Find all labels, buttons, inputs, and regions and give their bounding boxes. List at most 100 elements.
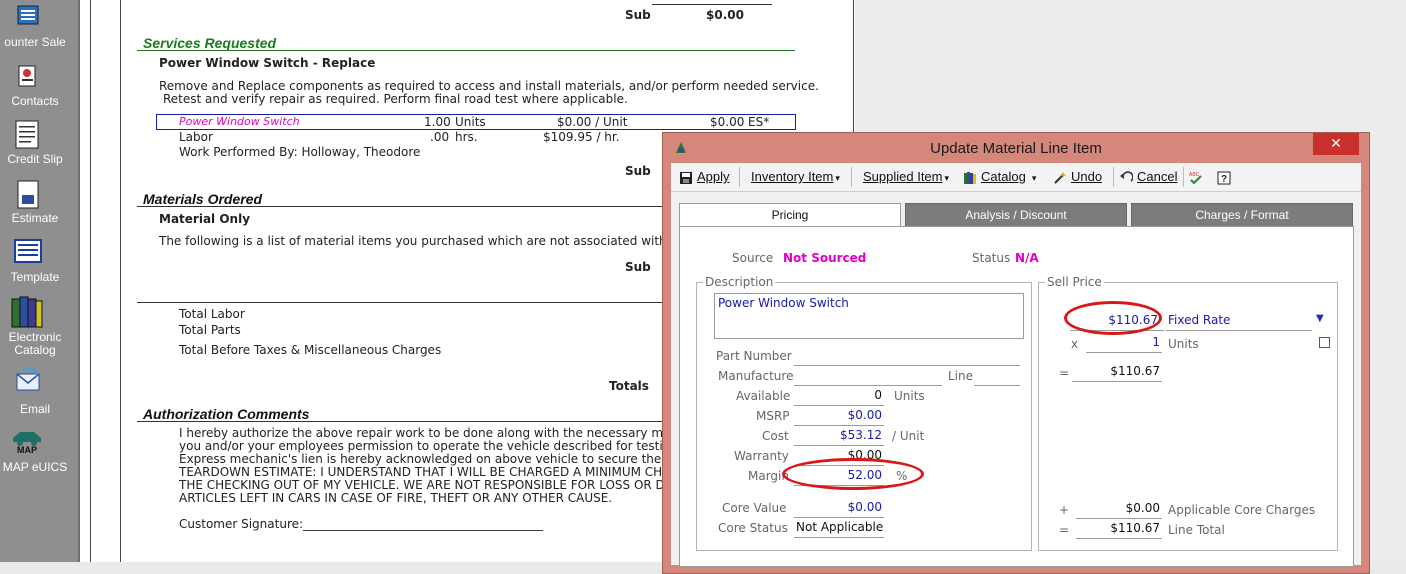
- core-value-label: Core Value: [722, 501, 787, 515]
- line-item-price: $0.00 / Unit: [557, 115, 628, 129]
- dialog-title: Update Material Line Item: [930, 140, 1102, 157]
- cancel-button[interactable]: Cancel: [1119, 168, 1177, 186]
- equals-symbol: =: [1059, 523, 1070, 537]
- svg-text:?: ?: [1221, 174, 1227, 185]
- sidebar-item-label: Email: [19, 402, 50, 416]
- quantity-unit: Units: [1168, 337, 1199, 351]
- close-button[interactable]: ✕: [1313, 133, 1359, 155]
- sidebar-item-electronic-catalog[interactable]: Electronic Catalog: [0, 295, 78, 357]
- labor-rate: $109.95 / hr.: [543, 130, 620, 144]
- dropdown-arrow-icon: ▾: [944, 173, 950, 183]
- core-value-field[interactable]: $0.00: [794, 500, 884, 518]
- description-value: Power Window Switch: [718, 296, 849, 310]
- dialog-title-bar[interactable]: Update Material Line Item ✕: [663, 133, 1369, 163]
- material-title: Material Only: [159, 212, 251, 226]
- inventory-item-menu[interactable]: Inventory Item ▾: [751, 168, 840, 186]
- catalog-label: Catalog: [981, 169, 1026, 184]
- core-status-value: Not Applicable: [796, 520, 884, 534]
- total-labor-label: Total Labor: [179, 307, 245, 321]
- totals-rule: [137, 302, 662, 303]
- materials-rule: [137, 206, 662, 207]
- services-heading: Services Requested: [143, 35, 277, 51]
- service-description: Remove and Replace components as require…: [159, 79, 819, 93]
- page-margin-line: [120, 0, 121, 562]
- sidebar-item-estimate[interactable]: Estimate: [0, 180, 78, 228]
- description-textarea[interactable]: Power Window Switch: [714, 293, 1024, 339]
- sidebar-item-credit-slip[interactable]: Credit Slip: [0, 120, 78, 168]
- authorization-text: TEARDOWN ESTIMATE: I UNDERSTAND THAT I W…: [179, 465, 679, 479]
- performed-by: Work Performed By: Holloway, Theodore: [179, 145, 421, 159]
- map-euics-icon: MAP: [13, 432, 41, 454]
- line-field[interactable]: [974, 368, 1020, 386]
- manufacture-field[interactable]: [794, 368, 942, 386]
- status-label: Status: [972, 251, 1011, 265]
- msrp-value: $0.00: [847, 408, 882, 422]
- service-title: Power Window Switch - Replace: [159, 56, 376, 70]
- sidebar-item-map-euics[interactable]: MAP MAP eUICS: [0, 426, 78, 476]
- description-group-label: Description: [703, 275, 776, 289]
- save-icon: [680, 171, 692, 184]
- times-symbol: x: [1071, 337, 1079, 351]
- undo-label: Undo: [1071, 169, 1103, 184]
- dialog-body: Apply Inventory Item ▾ Supplied Item ▾ Cat…: [671, 163, 1361, 567]
- sidebar-item-template[interactable]: Template: [0, 238, 78, 286]
- spell-check-icon: ABC: [1189, 172, 1202, 184]
- part-number-label: Part Number: [716, 349, 792, 363]
- template-icon: [14, 239, 42, 263]
- dropdown-arrow-icon: ▾: [835, 173, 840, 183]
- labor-label: Labor: [179, 130, 213, 144]
- part-number-field[interactable]: [794, 348, 1020, 366]
- catalog-books-icon: [964, 171, 976, 184]
- available-field: 0: [794, 388, 884, 406]
- sell-price-group-label: Sell Price: [1045, 275, 1104, 289]
- available-label: Available: [736, 389, 791, 403]
- tab-charges-format[interactable]: Charges / Format: [1131, 203, 1353, 227]
- cancel-label: Cancel: [1137, 169, 1178, 184]
- material-description: The following is a list of material item…: [159, 234, 690, 248]
- unit-options-checkbox[interactable]: [1319, 337, 1330, 348]
- sell-price-highlight-annotation: [1064, 301, 1162, 335]
- msrp-field[interactable]: $0.00: [794, 408, 884, 426]
- sidebar-item-label: MAP eUICS: [2, 460, 68, 474]
- dialog-toolbar: Apply Inventory Item ▾ Supplied Item ▾ Cat…: [671, 163, 1361, 192]
- authorization-text: Express mechanic's lien is hereby acknow…: [179, 452, 692, 466]
- tab-pricing[interactable]: Pricing: [679, 203, 901, 226]
- cost-field[interactable]: $53.12: [794, 428, 884, 446]
- catalog-menu[interactable]: Catalog ▾: [963, 168, 1036, 186]
- line-total-value: $110.67: [1110, 521, 1160, 535]
- total-before-taxes-label: Total Before Taxes & Miscellaneous Charg…: [179, 343, 442, 357]
- help-button[interactable]: ?: [1217, 168, 1235, 186]
- cancel-arrow-icon: [1120, 170, 1133, 182]
- tab-analysis-discount[interactable]: Analysis / Discount: [905, 203, 1127, 227]
- services-rule: [137, 50, 795, 51]
- authorization-rule: [137, 421, 662, 422]
- core-value-value: $0.00: [847, 500, 882, 514]
- available-value: 0: [874, 388, 882, 402]
- sidebar-item-label: Electronic Catalog: [8, 330, 62, 357]
- email-icon: [16, 368, 40, 391]
- sidebar-item-email[interactable]: Email: [0, 368, 78, 416]
- sub-label: Sub: [625, 8, 651, 22]
- credit-slip-icon: [15, 120, 39, 149]
- materials-heading: Materials Ordered: [143, 191, 263, 207]
- quantity-field[interactable]: 1: [1086, 335, 1162, 353]
- extended-price-value: $110.67: [1110, 364, 1160, 378]
- spell-check-button[interactable]: ABC: [1189, 168, 1207, 186]
- customer-signature-line: Customer Signature:_____________________…: [179, 517, 544, 531]
- pricing-mode-select[interactable]: Fixed Rate: [1166, 313, 1312, 331]
- help-icon: ?: [1217, 171, 1231, 185]
- core-status-field[interactable]: Not Applicable: [794, 520, 884, 538]
- svg-text:ABC: ABC: [1189, 172, 1200, 178]
- sidebar-item-contacts[interactable]: Contacts: [0, 63, 78, 109]
- apply-button[interactable]: Apply: [679, 168, 730, 186]
- app-launcher-sidebar: ounter Sale Contacts Credit Slip Estimat…: [0, 0, 80, 562]
- pricing-panel: Source Not Sourced Status N/A Descriptio…: [679, 226, 1354, 567]
- total-parts-label: Total Parts: [179, 323, 241, 337]
- undo-button[interactable]: Undo: [1053, 168, 1102, 186]
- core-charges-label: Applicable Core Charges: [1168, 503, 1316, 517]
- sidebar-item-counter-sale[interactable]: ounter Sale: [0, 4, 78, 50]
- chevron-down-icon[interactable]: ▼: [1316, 313, 1324, 324]
- dropdown-arrow-icon: ▾: [1031, 173, 1037, 183]
- line-item-flag: ES*: [748, 115, 770, 129]
- supplied-item-menu[interactable]: Supplied Item ▾: [863, 168, 949, 186]
